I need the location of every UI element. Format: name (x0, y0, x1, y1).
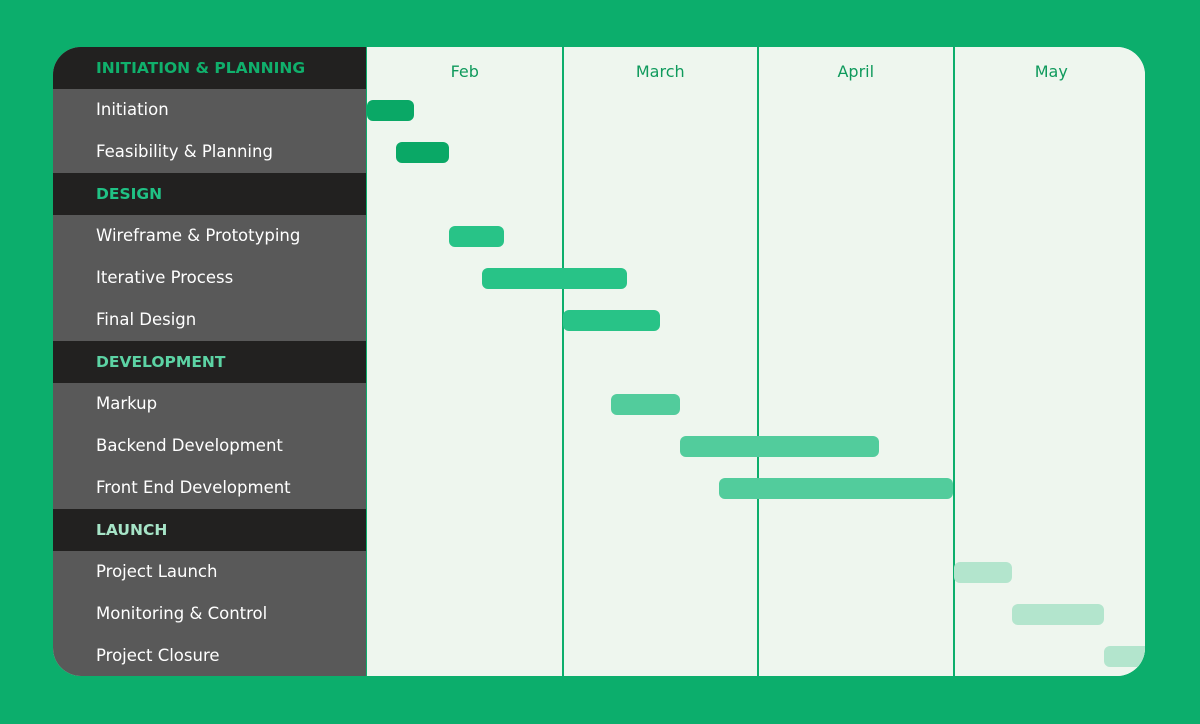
task-row: Iterative Process (53, 257, 366, 299)
task-bar (367, 99, 414, 121)
task-label: Iterative Process (96, 268, 234, 287)
month-label: April (837, 62, 875, 81)
task-bar (679, 435, 880, 457)
task-row: Project Launch (53, 551, 366, 593)
month-divider (952, 47, 955, 676)
task-label: Project Closure (96, 646, 220, 665)
task-row: Markup (53, 383, 366, 425)
task-bar (1104, 645, 1145, 667)
task-row: Project Closure (53, 635, 366, 676)
task-row: Feasibility & Planning (53, 131, 366, 173)
phase-label: LAUNCH (96, 521, 168, 539)
task-label: Markup (96, 394, 158, 413)
task-list: INITIATION & PLANNING Initiation Feasibili… (53, 47, 366, 676)
month-divider (561, 47, 564, 676)
task-label: Project Launch (96, 562, 218, 581)
task-bar (1012, 603, 1105, 625)
task-label: Initiation (96, 100, 169, 119)
task-bar (482, 267, 627, 289)
task-row: Final Design (53, 299, 366, 341)
phase-header: DESIGN (53, 173, 366, 215)
task-label: Final Design (96, 310, 197, 329)
task-label: Wireframe & Prototyping (96, 226, 301, 245)
phase-label: DESIGN (96, 185, 163, 203)
task-label: Backend Development (96, 436, 283, 455)
phase-header: INITIATION & PLANNING (53, 47, 366, 89)
month-divider (757, 47, 759, 676)
task-bar (718, 477, 954, 499)
task-bar (611, 393, 680, 415)
task-label: Feasibility & Planning (96, 142, 273, 161)
task-row: Initiation (53, 89, 366, 131)
phase-header: DEVELOPMENT (53, 341, 366, 383)
task-bar (396, 141, 450, 163)
task-label: Monitoring & Control (96, 604, 268, 623)
task-bar (449, 225, 504, 247)
task-label: Front End Development (96, 478, 291, 497)
month-label: May (1034, 62, 1068, 81)
task-bar (953, 561, 1013, 583)
task-row: Monitoring & Control (53, 593, 366, 635)
task-bar (562, 309, 661, 331)
task-row: Backend Development (53, 425, 366, 467)
month-label: March (635, 62, 685, 81)
month-label: Feb (450, 62, 479, 81)
phase-label: DEVELOPMENT (96, 353, 226, 371)
phase-label: INITIATION & PLANNING (96, 59, 306, 77)
timeline: Feb March April May (366, 47, 1145, 676)
phase-header: LAUNCH (53, 509, 366, 551)
task-row: Front End Development (53, 467, 366, 509)
gantt-chart: INITIATION & PLANNING Initiation Feasibili… (0, 0, 1200, 724)
task-row: Wireframe & Prototyping (53, 215, 366, 257)
gantt-card: INITIATION & PLANNING Initiation Feasibili… (53, 47, 1145, 676)
